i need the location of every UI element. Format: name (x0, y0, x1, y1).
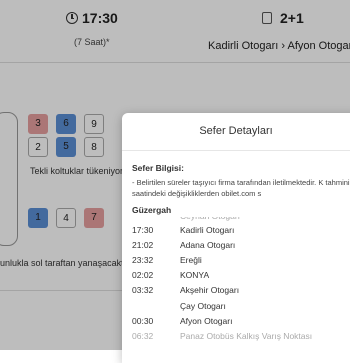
stop-name: Çay Otogarı (180, 301, 226, 311)
stop-name: Ceyhan Otogarı (180, 217, 240, 221)
route-stop-list[interactable]: Ceyhan Otogarı 17:30 Kadirli Otogarı 21:02 A… (122, 217, 350, 363)
stop-name: KONYA (180, 270, 210, 280)
stop-time: 06:32 (132, 331, 154, 341)
modal-title: Sefer Detayları (199, 125, 273, 137)
stop-name: Ereğli (180, 255, 202, 265)
route-stop: 21:02 Adana Otogarı (122, 240, 350, 255)
route-stop: Çay Otogarı (122, 301, 350, 316)
trip-info-title: Sefer Bilgisi: (132, 163, 184, 173)
stop-name: Afyon Otogarı (180, 316, 233, 326)
route-stop: 17:30 Kadirli Otogarı (122, 225, 350, 240)
stop-name: Adana Otogarı (180, 240, 236, 250)
stop-name: Kadirli Otogarı (180, 225, 235, 235)
trip-info-text: - Belirtilen süreler taşıyıcı firma tara… (132, 178, 350, 198)
stop-time: 23:32 (132, 255, 154, 265)
stop-time: 02:02 (132, 270, 154, 280)
route-stop: 02:02 KONYA (122, 270, 350, 285)
stop-time: 03:32 (132, 285, 154, 295)
modal-divider (122, 150, 350, 151)
trip-details-modal: Sefer Detayları Sefer Bilgisi: - Belirti… (122, 113, 350, 363)
route-stop: 23:32 Ereğli (122, 255, 350, 270)
route-stop: 00:30 Afyon Otogarı (122, 316, 350, 331)
stop-time: 00:30 (132, 316, 154, 326)
route-title: Güzergah (132, 205, 172, 215)
stop-name: Akşehir Otogarı (180, 285, 240, 295)
stop-name: Panaz Otobüs Kalkış Varış Noktası (180, 331, 313, 341)
stop-time: 21:02 (132, 240, 154, 250)
route-stop: 06:32 Panaz Otobüs Kalkış Varış Noktası (122, 331, 350, 346)
stop-time: 17:30 (132, 225, 154, 235)
route-stop: 03:32 Akşehir Otogarı (122, 285, 350, 300)
